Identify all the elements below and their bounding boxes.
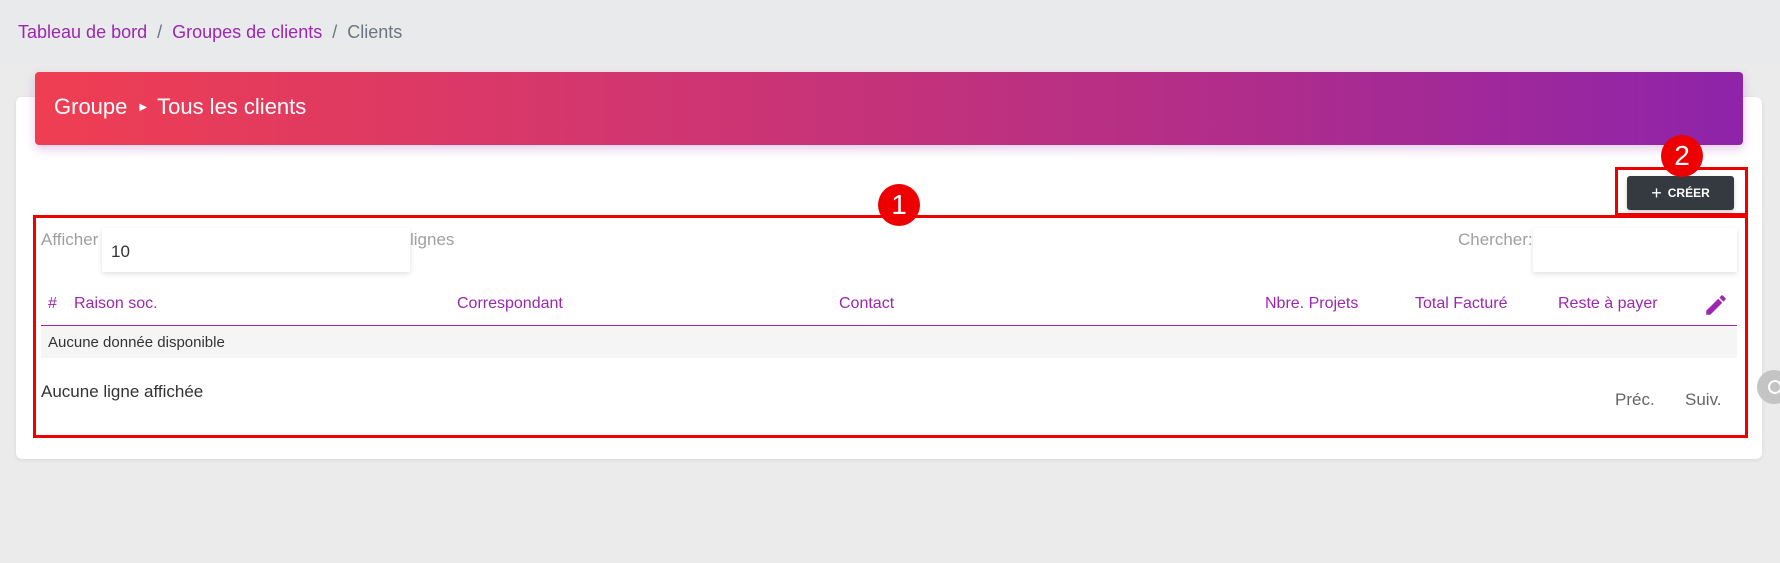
- breadcrumb-separator: /: [157, 22, 163, 42]
- caret-right-icon: ▶: [139, 101, 148, 113]
- annotation-badge-1: 1: [878, 184, 920, 226]
- highlight-box-table: [33, 215, 1748, 438]
- breadcrumb-dashboard-link[interactable]: Tableau de bord: [18, 22, 147, 42]
- group-label: Groupe: [54, 94, 128, 119]
- page-title: Groupe ▶ Tous les clients: [54, 94, 306, 120]
- header-banner: Groupe ▶ Tous les clients: [35, 72, 1743, 145]
- annotation-badge-2: 2: [1661, 135, 1703, 177]
- group-title: Tous les clients: [157, 94, 307, 119]
- breadcrumb-current: Clients: [347, 22, 403, 42]
- breadcrumb: Tableau de bord / Groupes de clients / Clien…: [18, 22, 402, 43]
- breadcrumb-separator: /: [332, 22, 338, 42]
- breadcrumb-client-groups-link[interactable]: Groupes de clients: [172, 22, 322, 42]
